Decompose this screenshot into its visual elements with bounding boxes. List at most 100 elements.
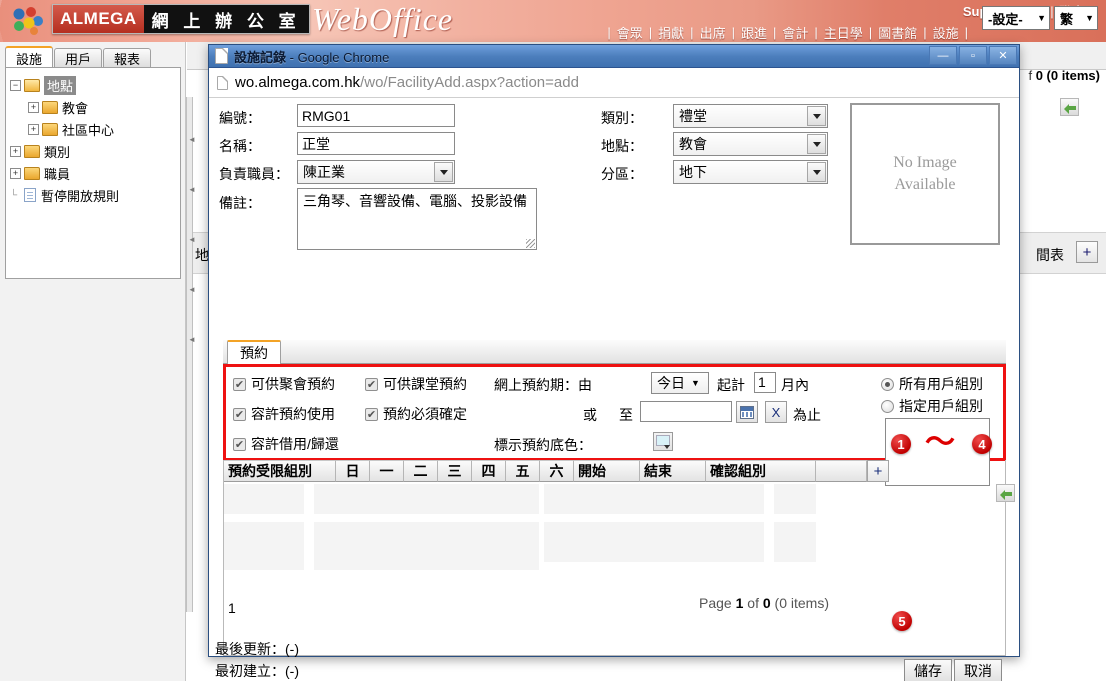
checkbox-icon[interactable]: ✔ bbox=[233, 438, 246, 451]
divider: | bbox=[603, 25, 614, 40]
collapse-icon[interactable]: − bbox=[10, 80, 21, 91]
checkbox-icon[interactable]: ✔ bbox=[233, 378, 246, 391]
grid-col-sun[interactable]: 日 bbox=[336, 460, 370, 482]
period-to-input[interactable] bbox=[640, 401, 732, 422]
grid-add-row-button[interactable]: + bbox=[867, 460, 889, 482]
nav-item-2[interactable]: 出席 bbox=[698, 23, 728, 42]
dialog-titlebar[interactable]: 設施記錄 - Google Chrome — ▫ ✕ bbox=[209, 45, 1019, 68]
calendar-picker-button[interactable] bbox=[736, 401, 758, 423]
location-select[interactable]: 教會 bbox=[673, 132, 828, 156]
radio-unselected-icon[interactable] bbox=[881, 400, 894, 413]
created-row: 最初建立：(-) bbox=[215, 661, 299, 681]
checkbox-icon[interactable]: ✔ bbox=[365, 408, 378, 421]
period-from-value: 今日 bbox=[657, 373, 685, 393]
grid-col-tue[interactable]: 二 bbox=[404, 460, 438, 482]
checkbox-icon[interactable]: ✔ bbox=[365, 378, 378, 391]
grid-col-confirm-group[interactable]: 確認組別 bbox=[706, 460, 816, 482]
tree-item-category[interactable]: + 類別 bbox=[10, 140, 176, 162]
placeholder-block bbox=[774, 522, 816, 562]
nav-item-0[interactable]: 會眾 bbox=[615, 23, 645, 42]
nav-item-4[interactable]: 會計 bbox=[780, 23, 810, 42]
tree-item-suspend-rule[interactable]: └ 暫停開放規則 bbox=[10, 184, 176, 206]
checkbox-class-booking[interactable]: ✔ 可供課堂預約 bbox=[365, 374, 467, 394]
grid-col-sat[interactable]: 六 bbox=[540, 460, 574, 482]
tab-facility-label: 設施 bbox=[16, 49, 42, 68]
tree-item-church[interactable]: + 教會 bbox=[10, 96, 176, 118]
pane-splitter[interactable]: ◄◄ ◄◄ ◄ bbox=[186, 97, 193, 612]
radio-all-user-groups[interactable]: 所有用戶組別 bbox=[881, 374, 983, 394]
tree-item-staff[interactable]: + 職員 bbox=[10, 162, 176, 184]
export-download-icon[interactable] bbox=[996, 484, 1015, 502]
nav-item-6[interactable]: 圖書館 bbox=[876, 23, 919, 42]
close-icon: X bbox=[772, 405, 781, 420]
sidebar-tabs: 設施 用戶 報表 bbox=[5, 46, 181, 68]
tab-reports[interactable]: 報表 bbox=[103, 48, 151, 68]
expand-icon[interactable]: + bbox=[28, 124, 39, 135]
grid-col-thu[interactable]: 四 bbox=[472, 460, 506, 482]
remark-textarea[interactable]: 三角琴、音響設備、電腦、投影設備 bbox=[297, 188, 537, 250]
staff-select[interactable]: 陳正業 bbox=[297, 160, 455, 184]
url-text: wo.almega.com.hk/wo/FacilityAdd.aspx?act… bbox=[235, 74, 579, 91]
url-path: /wo/FacilityAdd.aspx?action=add bbox=[360, 74, 579, 91]
cancel-button[interactable]: 取消 bbox=[954, 659, 1002, 681]
tree-item-location-label: 地點 bbox=[44, 76, 76, 95]
background-add-button[interactable]: + bbox=[1076, 241, 1098, 263]
checkbox-meeting-booking[interactable]: ✔ 可供聚會預約 bbox=[233, 374, 335, 394]
checkbox-meeting-booking-label: 可供聚會預約 bbox=[251, 374, 335, 394]
nav-item-7[interactable]: 設施 bbox=[931, 23, 961, 42]
page-of: of bbox=[743, 595, 762, 611]
save-button[interactable]: 儲存 bbox=[904, 659, 952, 681]
tab-users[interactable]: 用戶 bbox=[54, 48, 102, 68]
resize-grip-icon[interactable] bbox=[526, 239, 535, 248]
name-input[interactable]: 正堂 bbox=[297, 132, 455, 155]
grid-header-row: 預約受限組別 日 一 二 三 四 五 六 開始 結束 確認組別 + bbox=[224, 460, 1005, 482]
close-button[interactable]: ✕ bbox=[989, 46, 1017, 65]
expand-icon[interactable]: + bbox=[28, 102, 39, 113]
dialog-title: 設施記錄 - Google Chrome bbox=[234, 47, 389, 66]
background-section-label: 地 bbox=[195, 245, 209, 265]
tab-reports-label: 報表 bbox=[114, 49, 140, 68]
chevron-down-icon bbox=[434, 162, 453, 182]
clear-date-button[interactable]: X bbox=[765, 401, 787, 423]
checkbox-allow-booking-label: 容許預約使用 bbox=[251, 404, 335, 424]
page-icon bbox=[217, 76, 228, 90]
code-input[interactable]: RMG01 bbox=[297, 104, 455, 127]
booking-restriction-grid: 預約受限組別 日 一 二 三 四 五 六 開始 結束 確認組別 + bbox=[223, 460, 1006, 620]
tree-line-icon: └ bbox=[10, 190, 21, 201]
grid-col-fri[interactable]: 五 bbox=[506, 460, 540, 482]
period-months-input[interactable]: 1 bbox=[754, 372, 776, 393]
tree-item-location[interactable]: − 地點 bbox=[10, 74, 176, 96]
nav-item-1[interactable]: 捐獻 bbox=[656, 23, 686, 42]
radio-selected-icon[interactable] bbox=[881, 378, 894, 391]
period-months-unit: 月內 bbox=[781, 375, 809, 395]
tab-facility[interactable]: 設施 bbox=[5, 46, 53, 68]
location-label: 地點： bbox=[601, 136, 643, 156]
or-label: 或 bbox=[583, 405, 597, 425]
grid-col-mon[interactable]: 一 bbox=[370, 460, 404, 482]
grid-col-wed[interactable]: 三 bbox=[438, 460, 472, 482]
minimize-button[interactable]: — bbox=[929, 46, 957, 65]
expand-icon[interactable]: + bbox=[10, 146, 21, 157]
checkbox-icon[interactable]: ✔ bbox=[233, 408, 246, 421]
nav-item-3[interactable]: 跟進 bbox=[739, 23, 769, 42]
location-select-value: 教會 bbox=[679, 134, 707, 154]
tab-booking[interactable]: 預約 bbox=[227, 340, 281, 364]
tree-item-community-center[interactable]: + 社區中心 bbox=[10, 118, 176, 140]
booking-color-picker[interactable] bbox=[653, 432, 673, 451]
checkbox-allow-booking[interactable]: ✔ 容許預約使用 bbox=[233, 404, 335, 424]
expand-icon[interactable]: + bbox=[10, 168, 21, 179]
zone-select[interactable]: 地下 bbox=[673, 160, 828, 184]
language-dropdown[interactable]: 繁 ▼ bbox=[1054, 6, 1098, 30]
grid-col-start[interactable]: 開始 bbox=[574, 460, 640, 482]
radio-specific-user-groups[interactable]: 指定用戶組別 bbox=[881, 396, 983, 416]
nav-item-5[interactable]: 主日學 bbox=[822, 23, 865, 42]
period-from-select[interactable]: 今日 ▼ bbox=[651, 372, 709, 394]
maximize-button[interactable]: ▫ bbox=[959, 46, 987, 65]
grid-col-end[interactable]: 結束 bbox=[640, 460, 706, 482]
grid-col-restricted-group[interactable]: 預約受限組別 bbox=[224, 460, 336, 482]
divider: | bbox=[769, 25, 780, 40]
settings-dropdown[interactable]: -設定- ▼ bbox=[982, 6, 1050, 30]
checkbox-booking-confirm-required[interactable]: ✔ 預約必須確定 bbox=[365, 404, 467, 424]
category-select[interactable]: 禮堂 bbox=[673, 104, 828, 128]
checkbox-allow-borrow-return[interactable]: ✔ 容許借用/歸還 bbox=[233, 434, 339, 454]
